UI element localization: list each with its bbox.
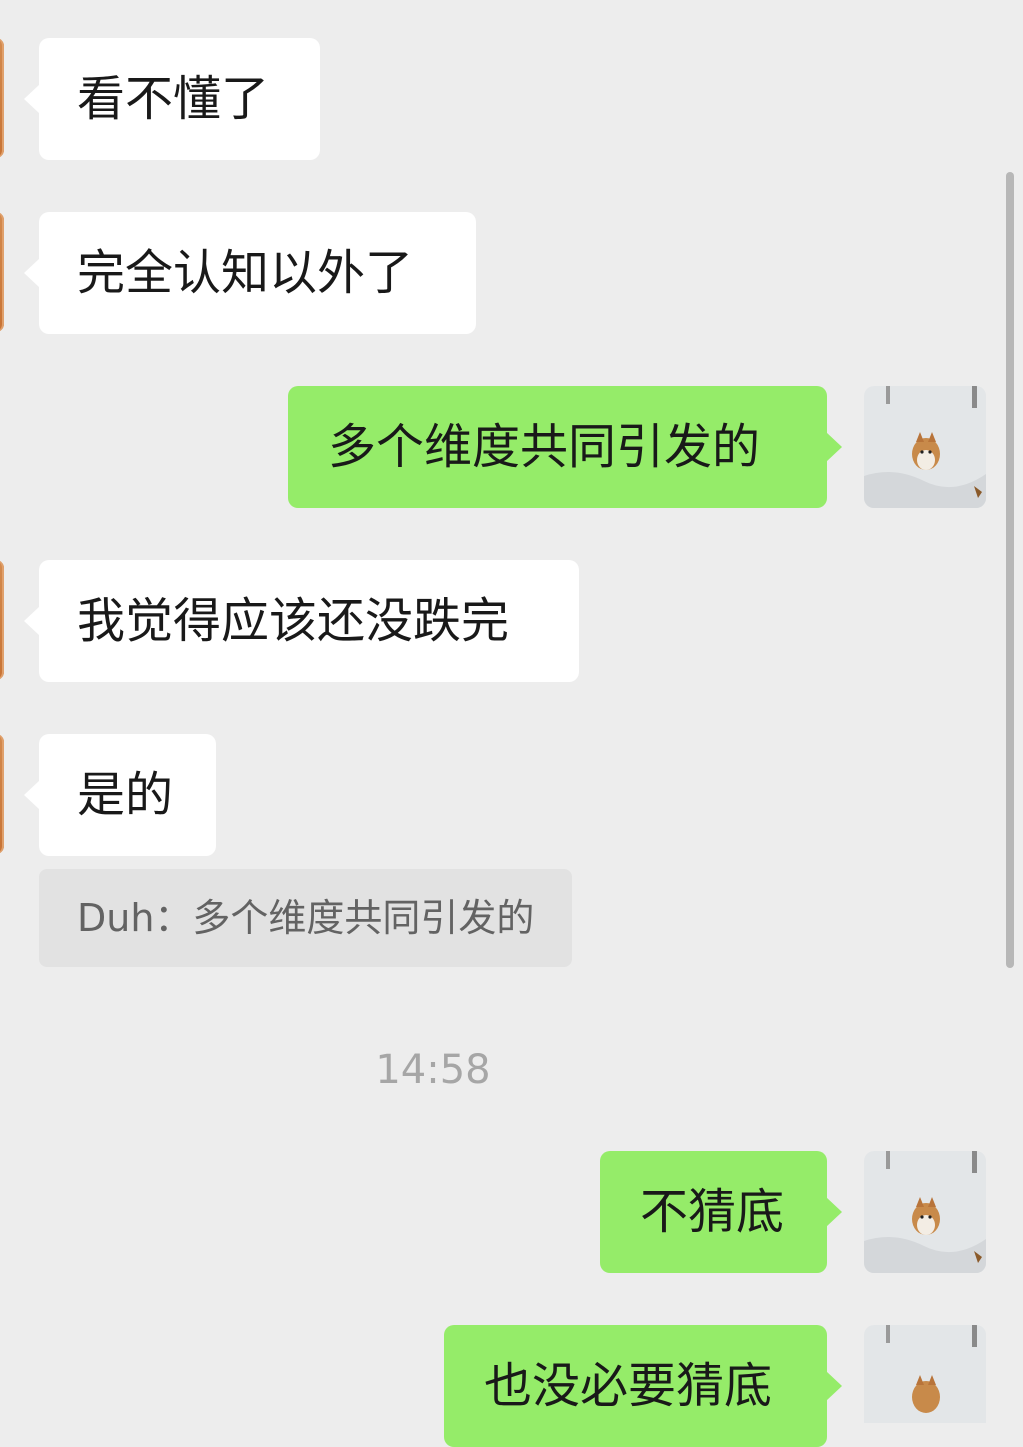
- message-bubble-incoming[interactable]: 是的: [24, 734, 216, 856]
- message-text: 多个维度共同引发的: [328, 419, 761, 475]
- message-bubble-outgoing[interactable]: 多个维度共同引发的: [288, 386, 842, 508]
- message-bubble-incoming[interactable]: 看不懂了: [24, 38, 320, 160]
- corgi-photo-icon: [864, 1325, 986, 1423]
- contact-avatar[interactable]: [0, 560, 4, 680]
- message-text: 是的: [77, 767, 174, 823]
- message-text: 我觉得应该还没跌完: [77, 593, 510, 649]
- message-text: 也没必要猜底: [484, 1358, 773, 1414]
- message-text: 不猜底: [640, 1184, 785, 1240]
- message-bubble-outgoing[interactable]: 也没必要猜底: [444, 1325, 842, 1447]
- contact-avatar[interactable]: [0, 212, 4, 332]
- contact-avatar[interactable]: [0, 38, 4, 158]
- contact-avatar[interactable]: [0, 734, 4, 854]
- message-text: 看不懂了: [77, 71, 270, 127]
- message-bubble-outgoing[interactable]: 不猜底: [600, 1151, 842, 1273]
- corgi-photo-icon: [864, 1151, 986, 1273]
- my-avatar[interactable]: [864, 1325, 986, 1423]
- my-avatar[interactable]: [864, 386, 986, 508]
- message-bubble-incoming[interactable]: 完全认知以外了: [24, 212, 476, 334]
- corgi-photo-icon: [864, 386, 986, 508]
- message-bubble-incoming[interactable]: 我觉得应该还没跌完: [24, 560, 579, 682]
- timestamp: 14:58: [375, 1047, 491, 1093]
- quoted-message[interactable]: Duh：多个维度共同引发的: [39, 869, 573, 967]
- quoted-message-text: Duh：多个维度共同引发的: [77, 896, 535, 940]
- my-avatar[interactable]: [864, 1151, 986, 1273]
- scrollbar[interactable]: [1006, 172, 1014, 968]
- message-text: 完全认知以外了: [77, 245, 414, 301]
